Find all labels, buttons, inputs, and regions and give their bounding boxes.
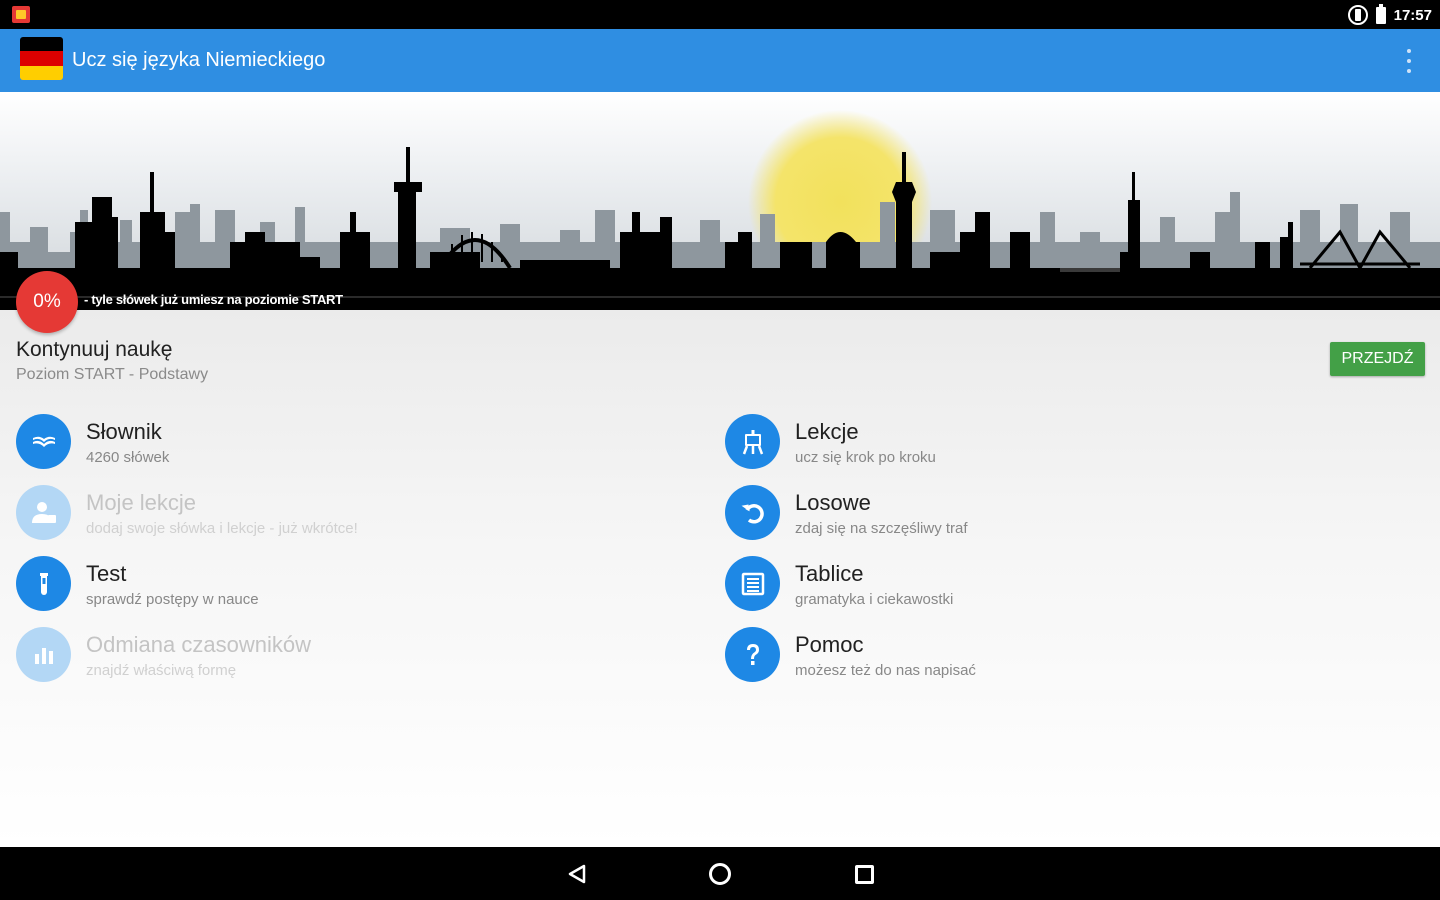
menu-item-my-lessons: Moje lekcje dodaj swoje słówka i lekcje … xyxy=(16,482,516,544)
test-tube-icon xyxy=(16,556,71,611)
undo-icon xyxy=(725,485,780,540)
dictionary-icon xyxy=(16,414,71,469)
menu-item-title: Losowe xyxy=(795,490,871,515)
navigation-bar xyxy=(0,847,1440,900)
recents-icon[interactable] xyxy=(855,865,874,884)
app-title: Ucz się języka Niemieckiego xyxy=(72,49,326,71)
menu-item-subtitle: 4260 słówek xyxy=(86,449,170,466)
help-icon xyxy=(725,627,780,682)
menu-item-verb-conjugation: Odmiana czasowników znajdź właściwą form… xyxy=(16,624,516,686)
menu-item-title: Tablice xyxy=(795,561,864,586)
german-flag-logo xyxy=(20,37,63,80)
menu-item-subtitle: znajdź właściwą formę xyxy=(86,662,237,679)
menu-item-subtitle: gramatyka i ciekawostki xyxy=(795,591,954,608)
skyline-illustration xyxy=(0,110,1440,310)
menu-item-subtitle: sprawdź postępy w nauce xyxy=(86,591,259,608)
screen-rotation-icon xyxy=(1347,5,1368,25)
menu-item-title: Słownik xyxy=(86,419,162,444)
menu-item-title: Pomoc xyxy=(795,632,864,657)
clock: 17:57 xyxy=(1393,6,1432,24)
continue-subtitle: Poziom START - Podstawy xyxy=(16,366,209,383)
battery-icon xyxy=(1375,3,1386,24)
menu-item-title: Lekcje xyxy=(795,419,859,444)
menu-item-title: Moje lekcje xyxy=(86,490,197,515)
easel-icon xyxy=(725,414,780,469)
menu-item-dictionary[interactable]: Słownik 4260 słówek xyxy=(16,411,516,473)
overflow-menu-icon[interactable] xyxy=(1406,49,1412,73)
menu-item-random[interactable]: Losowe zdaj się na szczęśliwy traf xyxy=(725,482,1225,544)
menu-item-subtitle: zdaj się na szczęśliwy traf xyxy=(795,520,968,537)
main-content: Kontynuuj naukę Poziom START - Podstawy … xyxy=(0,310,1440,847)
menu-item-test[interactable]: Test sprawdź postępy w nauce xyxy=(16,553,516,615)
progress-badge: 0% xyxy=(16,271,78,333)
app-bar: Ucz się języka Niemieckiego xyxy=(0,29,1440,92)
menu-item-title: Test xyxy=(86,561,127,586)
menu-item-title: Odmiana czasowników xyxy=(86,632,311,657)
status-icons: 17:57 xyxy=(1347,3,1432,26)
menu-item-help[interactable]: Pomoc możesz też do nas napisać xyxy=(725,624,1225,686)
home-icon[interactable] xyxy=(709,863,731,885)
table-icon xyxy=(725,556,780,611)
skyline-banner: - tyle słówek już umiesz na poziomie STA… xyxy=(0,92,1440,310)
menu-item-subtitle: możesz też do nas napisać xyxy=(795,662,976,679)
progress-note: - tyle słówek już umiesz na poziomie STA… xyxy=(84,292,343,307)
menu-item-lessons[interactable]: Lekcje ucz się krok po kroku xyxy=(725,411,1225,473)
menu-item-subtitle: ucz się krok po kroku xyxy=(795,449,936,466)
go-button[interactable]: PRZEJDŹ xyxy=(1330,342,1425,376)
status-bar: 17:57 xyxy=(0,0,1440,29)
app-notification-icon xyxy=(12,6,30,23)
menu-item-subtitle: dodaj swoje słówka i lekcje - już wkrótc… xyxy=(86,520,358,537)
continue-title: Kontynuuj naukę xyxy=(16,338,173,361)
menu-item-tables[interactable]: Tablice gramatyka i ciekawostki xyxy=(725,553,1225,615)
user-lessons-icon xyxy=(16,485,71,540)
back-icon[interactable] xyxy=(566,863,588,890)
bar-chart-icon xyxy=(16,627,71,682)
